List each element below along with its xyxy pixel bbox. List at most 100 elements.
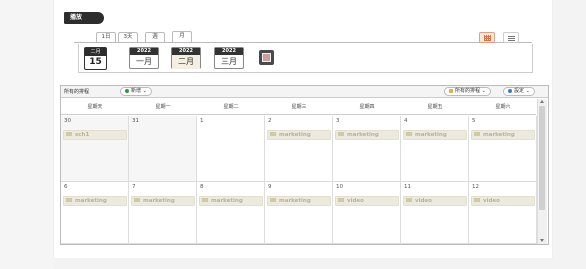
month-button-feb[interactable]: 2022 二月 — [171, 47, 201, 69]
event-title: marketing — [143, 198, 175, 204]
left-margin — [0, 0, 53, 269]
event-chip[interactable]: marketing — [267, 196, 331, 206]
calendar-icon — [262, 53, 271, 62]
day-cell[interactable]: 10 video — [333, 182, 401, 244]
day-number: 30 — [64, 118, 71, 124]
all-calendars-dropdown[interactable]: 所有的排程 ⌄ — [444, 87, 491, 96]
day-cell[interactable]: 8 marketing — [197, 182, 265, 244]
weekday-label: 星期天 — [87, 104, 103, 110]
event-chip[interactable]: marketing — [471, 130, 535, 140]
event-chip[interactable]: marketing — [131, 196, 195, 206]
date-picker-button[interactable] — [259, 50, 274, 65]
playback-tag[interactable]: 播放 — [64, 12, 104, 24]
event-icon — [66, 132, 72, 136]
month-button-jan[interactable]: 2022 一月 — [129, 47, 159, 69]
event-icon — [270, 198, 276, 202]
event-title: marketing — [75, 198, 107, 204]
day-number: 11 — [404, 184, 411, 190]
day-number: 10 — [336, 184, 343, 190]
month-label: 三月 — [221, 57, 237, 66]
event-icon — [270, 132, 276, 136]
day-cell[interactable]: 5 marketing — [469, 116, 537, 182]
day-cell[interactable]: 2 marketing — [265, 116, 333, 182]
scroll-up-icon[interactable] — [540, 100, 544, 103]
day-cell[interactable]: 6 marketing — [61, 182, 129, 244]
grid-icon — [484, 35, 491, 41]
event-title: sch1 — [75, 132, 90, 138]
today-day: 15 — [89, 57, 102, 67]
event-chip[interactable]: marketing — [267, 130, 331, 140]
weekday-label: 星期五 — [427, 104, 443, 110]
month-label: 二月 — [172, 55, 200, 69]
day-number: 5 — [472, 118, 476, 124]
event-chip[interactable]: marketing — [199, 196, 263, 206]
day-cell[interactable]: 11 video — [401, 182, 469, 244]
day-number: 7 — [132, 184, 136, 190]
day-number: 2 — [268, 118, 272, 124]
scroll-down-icon[interactable] — [540, 239, 544, 242]
event-chip[interactable]: video — [471, 196, 535, 206]
event-chip[interactable]: video — [335, 196, 399, 206]
day-cell[interactable]: 3 marketing — [333, 116, 401, 182]
today-month: 二月 — [85, 48, 106, 56]
event-title: marketing — [279, 132, 311, 138]
event-icon — [406, 198, 412, 202]
add-icon — [125, 88, 129, 93]
day-cell[interactable]: 30 sch1 — [61, 116, 129, 182]
event-title: marketing — [211, 198, 243, 204]
today-button[interactable]: 二月 15 — [84, 47, 107, 70]
list-icon — [508, 35, 515, 41]
month-year: 2022 — [172, 48, 200, 55]
event-icon — [338, 198, 344, 202]
event-title: marketing — [415, 132, 447, 138]
gear-icon — [508, 88, 512, 93]
event-title: video — [483, 198, 500, 204]
month-button-mar[interactable]: 2022 三月 — [214, 47, 244, 69]
day-cell[interactable]: 4 marketing — [401, 116, 469, 182]
settings-label: 設定 — [514, 88, 525, 94]
month-year: 2022 — [215, 48, 243, 55]
day-number: 9 — [268, 184, 272, 190]
event-chip[interactable]: sch1 — [63, 130, 127, 140]
event-title: marketing — [483, 132, 515, 138]
day-number: 6 — [64, 184, 68, 190]
day-number: 4 — [404, 118, 408, 124]
all-calendars-label: 所有的排程 — [455, 88, 481, 94]
scrollbar-thumb[interactable] — [539, 106, 545, 210]
weekday-label: 星期三 — [291, 104, 307, 110]
calendar-title: 所有的排程 — [64, 89, 90, 95]
event-icon — [134, 198, 140, 202]
day-number: 8 — [200, 184, 204, 190]
event-chip[interactable]: marketing — [63, 196, 127, 206]
event-title: video — [347, 198, 364, 204]
tab-divider — [74, 42, 532, 43]
day-number: 31 — [132, 118, 139, 124]
event-chip[interactable]: marketing — [335, 130, 399, 140]
settings-dropdown[interactable]: 設定 ⌄ — [503, 87, 535, 96]
event-chip[interactable]: video — [403, 196, 467, 206]
event-title: marketing — [279, 198, 311, 204]
day-cell[interactable]: 31 — [129, 116, 197, 182]
day-number: 3 — [336, 118, 340, 124]
calendar-filter-icon — [449, 88, 453, 93]
event-icon — [406, 132, 412, 136]
weekday-label: 星期二 — [223, 104, 239, 110]
bottom-margin — [53, 258, 553, 269]
event-icon — [474, 198, 480, 202]
weekday-label: 星期四 — [359, 104, 375, 110]
list-view-button[interactable] — [503, 32, 519, 43]
event-title: video — [415, 198, 432, 204]
event-icon — [66, 198, 72, 202]
day-cell[interactable]: 1 — [197, 116, 265, 182]
day-cell[interactable]: 9 marketing — [265, 182, 333, 244]
day-number: 12 — [472, 184, 479, 190]
right-margin — [553, 0, 586, 269]
day-cell[interactable]: 12 video — [469, 182, 537, 244]
month-year: 2022 — [130, 48, 158, 55]
new-label: 新增 — [131, 88, 142, 94]
day-cell[interactable]: 7 marketing — [129, 182, 197, 244]
event-chip[interactable]: marketing — [403, 130, 467, 140]
new-event-button[interactable]: 新增 ⌄ — [120, 87, 152, 96]
month-label: 一月 — [136, 57, 152, 66]
grid-view-button[interactable] — [479, 32, 495, 43]
